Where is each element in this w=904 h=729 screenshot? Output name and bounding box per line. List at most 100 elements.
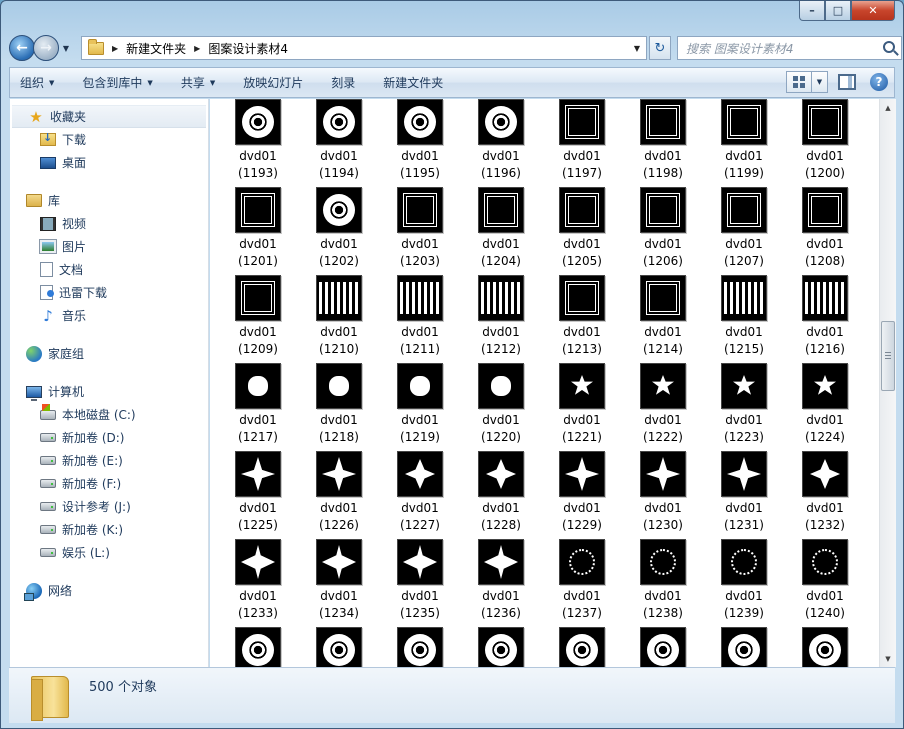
file-item[interactable]: dvd01 (1211) xyxy=(380,275,460,358)
file-item[interactable] xyxy=(218,627,298,667)
file-item[interactable]: dvd01 (1240) xyxy=(785,539,865,622)
sidebar-item-favorites[interactable]: ★ 收藏夹 xyxy=(12,105,206,128)
file-item[interactable]: dvd01 (1196) xyxy=(461,99,541,182)
file-item[interactable]: dvd01 (1234) xyxy=(299,539,379,622)
new-folder-button[interactable]: 新建文件夹 xyxy=(383,74,443,91)
file-item[interactable]: dvd01 (1205) xyxy=(542,187,622,270)
sidebar-item-desktop[interactable]: 桌面 xyxy=(10,151,208,174)
sidebar-item-drive-k[interactable]: 新加卷 (K:) xyxy=(10,518,208,541)
file-item[interactable]: dvd01 (1226) xyxy=(299,451,379,534)
minimize-button[interactable]: – xyxy=(799,1,825,21)
file-item[interactable]: dvd01 (1218) xyxy=(299,363,379,446)
include-in-library-menu[interactable]: 包含到库中 ▼ xyxy=(82,74,152,91)
file-item[interactable]: dvd01 (1233) xyxy=(218,539,298,622)
file-item[interactable]: dvd01 (1222) xyxy=(623,363,703,446)
file-item[interactable]: dvd01 (1204) xyxy=(461,187,541,270)
sidebar-item-drive-d[interactable]: 新加卷 (D:) xyxy=(10,426,208,449)
file-item[interactable]: dvd01 (1202) xyxy=(299,187,379,270)
close-button[interactable]: ✕ xyxy=(851,1,895,21)
file-item[interactable]: dvd01 (1212) xyxy=(461,275,541,358)
sidebar-item-downloads[interactable]: 下载 xyxy=(10,128,208,151)
change-view-button[interactable] xyxy=(786,71,812,93)
sidebar-item-drive-e[interactable]: 新加卷 (E:) xyxy=(10,449,208,472)
recent-pages-dropdown[interactable]: ▼ xyxy=(59,44,73,53)
file-item[interactable]: dvd01 (1238) xyxy=(623,539,703,622)
file-item[interactable]: dvd01 (1213) xyxy=(542,275,622,358)
sidebar-item-drive-c[interactable]: 本地磁盘 (C:) xyxy=(10,403,208,426)
search-icon[interactable] xyxy=(883,41,895,53)
sidebar-item-computer[interactable]: 计算机 xyxy=(10,380,208,403)
slideshow-button[interactable]: 放映幻灯片 xyxy=(243,74,303,91)
file-item[interactable] xyxy=(785,627,865,667)
breadcrumb-new-folder[interactable]: 新建文件夹 xyxy=(126,40,186,57)
help-button[interactable]: ? xyxy=(870,73,888,91)
search-input[interactable]: 搜索 图案设计素材4 xyxy=(677,36,902,60)
file-item[interactable]: dvd01 (1216) xyxy=(785,275,865,358)
preview-pane-button[interactable] xyxy=(838,74,856,90)
file-item[interactable] xyxy=(542,627,622,667)
refresh-button[interactable]: ↻ xyxy=(649,36,671,60)
file-item[interactable]: dvd01 (1223) xyxy=(704,363,784,446)
file-item[interactable]: dvd01 (1227) xyxy=(380,451,460,534)
file-item[interactable]: dvd01 (1235) xyxy=(380,539,460,622)
file-item[interactable]: dvd01 (1225) xyxy=(218,451,298,534)
sidebar-item-documents[interactable]: 文档 xyxy=(10,258,208,281)
file-item[interactable]: dvd01 (1239) xyxy=(704,539,784,622)
file-item[interactable]: dvd01 (1208) xyxy=(785,187,865,270)
file-item[interactable] xyxy=(704,627,784,667)
file-item[interactable]: dvd01 (1199) xyxy=(704,99,784,182)
maximize-button[interactable]: □ xyxy=(825,1,851,21)
sidebar-item-drive-j[interactable]: 设计参考 (J:) xyxy=(10,495,208,518)
organize-menu[interactable]: 组织 ▼ xyxy=(20,74,54,91)
file-item[interactable]: dvd01 (1203) xyxy=(380,187,460,270)
sidebar-item-libraries[interactable]: 库 xyxy=(10,189,208,212)
file-item[interactable]: dvd01 (1231) xyxy=(704,451,784,534)
file-item[interactable]: dvd01 (1229) xyxy=(542,451,622,534)
file-item[interactable]: dvd01 (1206) xyxy=(623,187,703,270)
sidebar-item-network[interactable]: 网络 xyxy=(10,579,208,602)
address-history-dropdown[interactable]: ▼ xyxy=(634,44,640,53)
sidebar-item-drive-f[interactable]: 新加卷 (F:) xyxy=(10,472,208,495)
share-menu[interactable]: 共享 ▼ xyxy=(181,74,215,91)
sidebar-item-xunlei-downloads[interactable]: 迅雷下载 xyxy=(10,281,208,304)
file-item[interactable]: dvd01 (1219) xyxy=(380,363,460,446)
breadcrumb-separator[interactable]: ▶ xyxy=(112,44,118,53)
file-item[interactable]: dvd01 (1200) xyxy=(785,99,865,182)
scrollbar-thumb[interactable] xyxy=(881,321,895,391)
file-item[interactable]: dvd01 (1194) xyxy=(299,99,379,182)
file-item[interactable]: dvd01 (1224) xyxy=(785,363,865,446)
burn-button[interactable]: 刻录 xyxy=(331,74,355,91)
file-item[interactable]: dvd01 (1198) xyxy=(623,99,703,182)
file-item[interactable]: dvd01 (1221) xyxy=(542,363,622,446)
back-button[interactable]: ← xyxy=(9,35,35,61)
address-bar[interactable]: ▶ 新建文件夹 ▶ 图案设计素材4 ▼ xyxy=(81,36,647,60)
file-item[interactable] xyxy=(380,627,460,667)
file-item[interactable]: dvd01 (1217) xyxy=(218,363,298,446)
file-item[interactable]: dvd01 (1237) xyxy=(542,539,622,622)
sidebar-item-videos[interactable]: 视频 xyxy=(10,212,208,235)
file-item[interactable]: dvd01 (1228) xyxy=(461,451,541,534)
forward-button[interactable]: → xyxy=(33,35,59,61)
file-item[interactable]: dvd01 (1207) xyxy=(704,187,784,270)
file-item[interactable]: dvd01 (1230) xyxy=(623,451,703,534)
sidebar-item-pictures[interactable]: 图片 xyxy=(10,235,208,258)
vertical-scrollbar[interactable]: ▲ ▼ xyxy=(879,99,896,667)
file-item[interactable]: dvd01 (1193) xyxy=(218,99,298,182)
breadcrumb-separator[interactable]: ▶ xyxy=(194,44,200,53)
file-item[interactable]: dvd01 (1197) xyxy=(542,99,622,182)
file-item[interactable]: dvd01 (1209) xyxy=(218,275,298,358)
file-item[interactable]: dvd01 (1220) xyxy=(461,363,541,446)
file-item[interactable] xyxy=(623,627,703,667)
breadcrumb-current-folder[interactable]: 图案设计素材4 xyxy=(208,40,288,57)
file-item[interactable]: dvd01 (1215) xyxy=(704,275,784,358)
sidebar-item-drive-l[interactable]: 娱乐 (L:) xyxy=(10,541,208,564)
sidebar-item-music[interactable]: ♪ 音乐 xyxy=(10,304,208,327)
view-options-dropdown[interactable]: ▼ xyxy=(812,71,828,93)
file-item[interactable]: dvd01 (1214) xyxy=(623,275,703,358)
scroll-down-arrow[interactable]: ▼ xyxy=(880,650,896,667)
sidebar-item-homegroup[interactable]: 家庭组 xyxy=(10,342,208,365)
file-item[interactable]: dvd01 (1236) xyxy=(461,539,541,622)
file-item[interactable] xyxy=(461,627,541,667)
file-item[interactable]: dvd01 (1201) xyxy=(218,187,298,270)
file-item[interactable] xyxy=(299,627,379,667)
